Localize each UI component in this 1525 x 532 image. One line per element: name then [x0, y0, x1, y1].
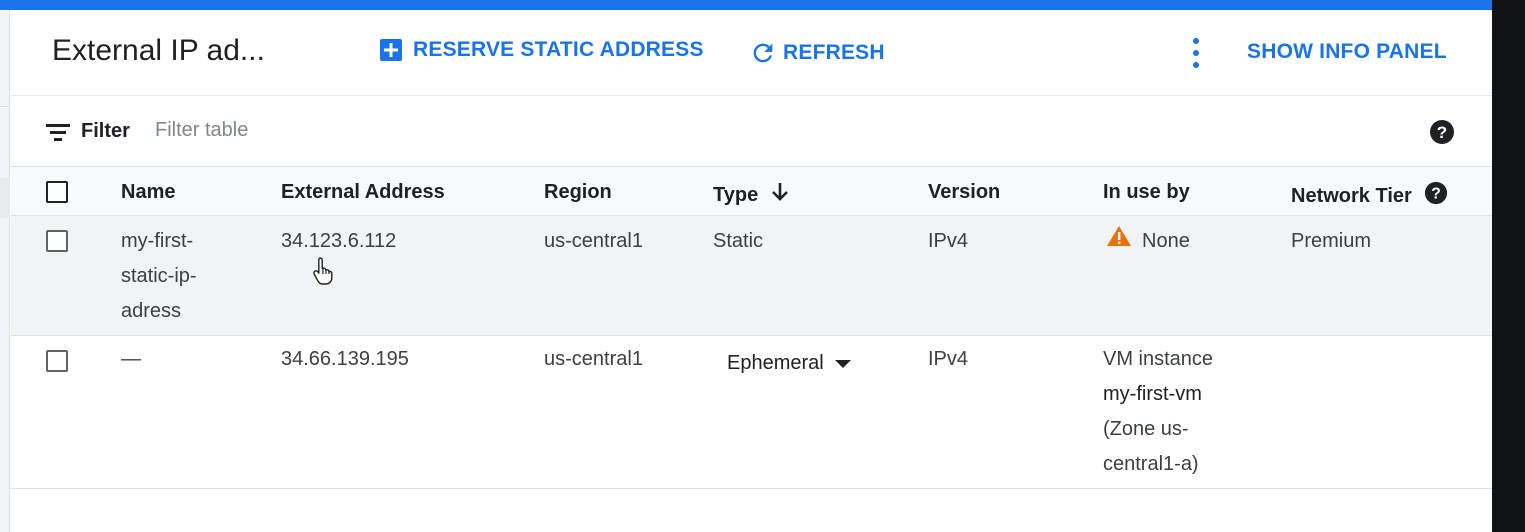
- type-dropdown[interactable]: Ephemeral: [727, 346, 852, 381]
- in-use-by-line: (Zone us-: [1103, 418, 1189, 440]
- column-header-network-tier[interactable]: Network Tier ?: [1291, 181, 1448, 211]
- page-header: External IP ad... RESERVE STATIC ADDRESS…: [11, 10, 1492, 96]
- table-footer: [11, 489, 1492, 532]
- region-cell: us-central1: [544, 230, 643, 252]
- external-address-cell: 34.123.6.112: [281, 230, 397, 252]
- arrow-downward-icon: [758, 181, 790, 209]
- top-accent-bar: [0, 0, 1492, 10]
- column-header-name[interactable]: Name: [121, 181, 175, 204]
- hand-pointer-cursor: [312, 256, 336, 291]
- row-checkbox[interactable]: [46, 230, 68, 252]
- refresh-label: REFRESH: [783, 41, 885, 64]
- help-icon[interactable]: ?: [1412, 181, 1448, 211]
- name-cell: —: [121, 348, 141, 370]
- row-checkbox[interactable]: [46, 350, 68, 372]
- filter-table-input[interactable]: [155, 117, 455, 144]
- table-header-row: Name External Address Region Type Versio…: [11, 166, 1492, 216]
- column-header-external-address[interactable]: External Address: [281, 181, 445, 204]
- name-cell: my-first- static-ip- adress: [121, 224, 197, 329]
- in-use-by-line: central1-a): [1103, 453, 1199, 475]
- arrow-drop-down-icon: [824, 346, 852, 381]
- name-line: adress: [121, 300, 182, 322]
- type-dropdown-value: Ephemeral: [727, 352, 824, 374]
- svg-text:?: ?: [1437, 123, 1447, 142]
- in-use-by-value: None: [1142, 230, 1190, 252]
- column-header-network-tier-label: Network Tier: [1291, 184, 1412, 207]
- column-header-in-use-by[interactable]: In use by: [1103, 181, 1190, 204]
- help-icon[interactable]: ?: [1429, 119, 1455, 150]
- table-row[interactable]: my-first- static-ip- adress 34.123.6.112…: [11, 216, 1492, 336]
- reserve-static-address-button[interactable]: RESERVE STATIC ADDRESS: [379, 38, 704, 62]
- left-nav-edge: [0, 10, 10, 532]
- name-line: my-first-: [121, 230, 194, 252]
- network-tier-cell: Premium: [1291, 230, 1372, 252]
- in-use-by-cell: None: [1106, 224, 1190, 259]
- region-cell: us-central1: [544, 348, 643, 370]
- type-cell: Static: [713, 230, 764, 252]
- page-title: External IP ad...: [52, 34, 265, 67]
- add-box-icon: [379, 38, 403, 62]
- warning-icon: [1106, 224, 1142, 259]
- column-header-region[interactable]: Region: [544, 181, 612, 204]
- in-use-by-cell: VM instance my-first-vm (Zone us- centra…: [1103, 342, 1213, 482]
- vm-instance-link[interactable]: my-first-vm: [1103, 377, 1213, 412]
- left-nav-divider: [0, 106, 10, 107]
- select-all-checkbox[interactable]: [46, 181, 68, 203]
- svg-text:?: ?: [1431, 186, 1441, 203]
- refresh-button[interactable]: REFRESH: [749, 39, 885, 67]
- filter-list-icon[interactable]: [46, 122, 70, 147]
- name-line: static-ip-: [121, 265, 197, 287]
- version-cell: IPv4: [928, 348, 969, 370]
- show-info-panel-button[interactable]: SHOW INFO PANEL: [1247, 40, 1447, 64]
- version-cell: IPv4: [928, 230, 969, 252]
- show-info-panel-label: SHOW INFO PANEL: [1247, 40, 1447, 63]
- left-nav-selected-item: [0, 178, 10, 218]
- filter-label: Filter: [81, 120, 130, 142]
- reserve-static-address-label: RESERVE STATIC ADDRESS: [413, 38, 704, 61]
- in-use-by-line: VM instance: [1103, 348, 1214, 370]
- right-dark-edge: [1492, 0, 1525, 532]
- column-header-version[interactable]: Version: [928, 181, 1000, 204]
- column-header-type[interactable]: Type: [713, 181, 790, 209]
- filter-bar: Filter ?: [11, 96, 1492, 166]
- column-header-type-label: Type: [713, 183, 759, 206]
- refresh-icon: [749, 39, 777, 67]
- more-vert-icon[interactable]: [1187, 36, 1205, 70]
- table-row[interactable]: — 34.66.139.195 us-central1 Ephemeral IP…: [11, 336, 1492, 489]
- external-address-cell: 34.66.139.195: [281, 348, 409, 370]
